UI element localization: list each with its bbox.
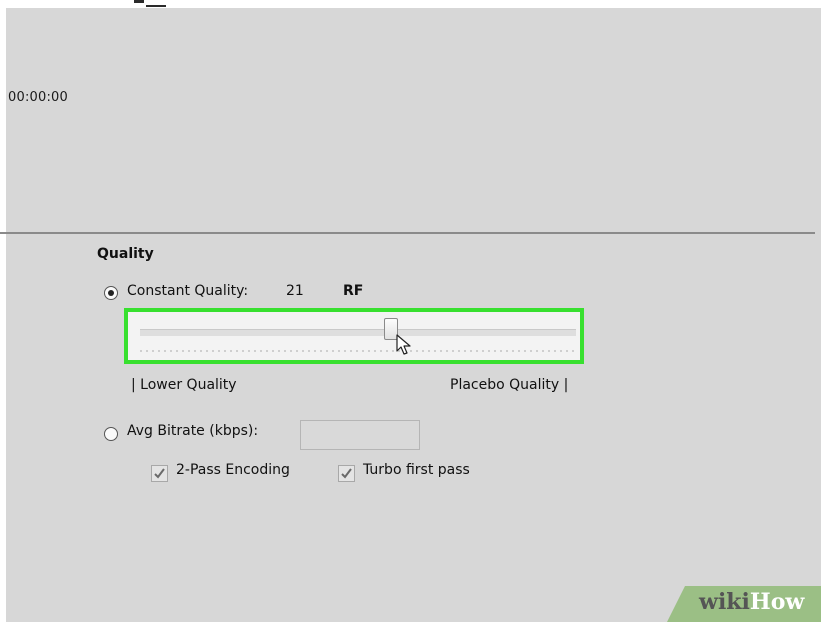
two-pass-checkbox[interactable] — [151, 465, 168, 482]
scale-high-label: Placebo Quality | — [450, 377, 569, 393]
turbo-first-pass-label: Turbo first pass — [363, 462, 470, 478]
constant-quality-radio[interactable] — [104, 286, 118, 300]
wikihow-watermark: wikiHow — [657, 586, 821, 622]
turbo-first-pass-checkbox[interactable] — [338, 465, 355, 482]
avg-bitrate-input[interactable] — [300, 420, 420, 450]
check-icon — [341, 468, 352, 479]
partial-icon — [126, 0, 166, 10]
quality-slider-track[interactable] — [140, 329, 576, 336]
timecode-label: 00:00:00 — [8, 90, 68, 105]
mouse-cursor-icon — [396, 334, 411, 355]
quality-slider-ticks — [140, 350, 576, 352]
panel-divider — [0, 232, 815, 234]
quality-heading: Quality — [97, 246, 154, 262]
watermark-text: wikiHow — [699, 589, 805, 615]
avg-bitrate-radio[interactable] — [104, 427, 118, 441]
constant-quality-label: Constant Quality: — [127, 283, 249, 299]
two-pass-label: 2-Pass Encoding — [176, 462, 290, 478]
check-icon — [154, 468, 165, 479]
quality-slider-highlight — [124, 308, 584, 364]
avg-bitrate-label: Avg Bitrate (kbps): — [127, 423, 259, 439]
constant-quality-unit: RF — [343, 283, 364, 299]
scale-low-label: | Lower Quality — [131, 377, 237, 393]
constant-quality-value: 21 — [286, 283, 304, 299]
